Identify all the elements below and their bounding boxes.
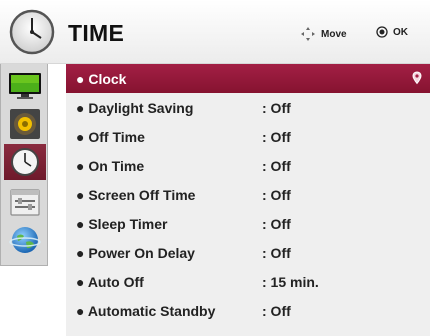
menu-item-label: ● Screen Off Time: [76, 186, 196, 203]
arrow-keys-icon: [301, 27, 315, 41]
speaker-icon: [10, 109, 40, 139]
menu-item-label: ● Auto Off: [76, 273, 144, 290]
menu-item-label: ● On Time: [76, 157, 145, 174]
menu-item-label: ● Off Time: [76, 128, 145, 145]
menu-item-value: : 15 min.: [262, 273, 319, 290]
page-title: TIME: [68, 20, 125, 46]
sidebar-item-time[interactable]: [4, 144, 46, 180]
menu-item-automatic-standby[interactable]: ● Automatic Standby : Off: [66, 296, 430, 325]
sidebar-item-audio[interactable]: [4, 106, 46, 142]
menu-item-value: : Off: [262, 302, 291, 319]
menu-item-sleep-timer[interactable]: ● Sleep Timer : Off: [66, 209, 430, 238]
menu-item-clock[interactable]: ● Clock: [66, 64, 430, 93]
menu-item-value: : Off: [262, 186, 291, 203]
menu-item-screen-off-time[interactable]: ● Screen Off Time : Off: [66, 180, 430, 209]
menu-item-value: : Off: [262, 99, 291, 116]
tv-picture-icon: [9, 73, 41, 99]
ok-label: OK: [393, 26, 408, 38]
menu-item-daylight-saving[interactable]: ● Daylight Saving : Off: [66, 93, 430, 122]
menu-item-auto-off[interactable]: ● Auto Off : 15 min.: [66, 267, 430, 296]
menu-item-label: ● Clock: [76, 70, 127, 87]
category-sidebar: [0, 64, 48, 266]
menu-item-power-on-delay[interactable]: ● Power On Delay : Off: [66, 238, 430, 267]
sidebar-item-option[interactable]: [4, 184, 46, 220]
clock-icon: [9, 9, 55, 55]
menu-item-on-time[interactable]: ● On Time : Off: [66, 151, 430, 180]
menu-list: ● Clock ● Daylight Saving : Off ● Off Ti…: [66, 64, 430, 336]
sidebar-item-picture[interactable]: [4, 68, 46, 104]
ok-hint: OK: [376, 26, 408, 38]
globe-icon: [9, 227, 41, 253]
move-label: Move: [321, 28, 347, 40]
move-hint: Move: [300, 26, 347, 42]
menu-item-off-time[interactable]: ● Off Time : Off: [66, 122, 430, 151]
menu-item-value: : Off: [262, 215, 291, 232]
menu-item-value: : Off: [262, 244, 291, 261]
menu-item-value: : Off: [262, 128, 291, 145]
menu-item-label: ● Power On Delay: [76, 244, 195, 261]
settings-icon: [10, 189, 40, 216]
menu-item-label: ● Automatic Standby: [76, 302, 216, 319]
menu-header: TIME Move OK: [0, 0, 430, 64]
menu-item-label: ● Daylight Saving: [76, 99, 194, 116]
clock-icon: [11, 148, 39, 176]
menu-item-label: ● Sleep Timer: [76, 215, 168, 232]
map-pin-icon: [412, 71, 422, 85]
ok-button-icon: [376, 26, 388, 38]
sidebar-item-network[interactable]: [4, 222, 46, 258]
menu-item-value: : Off: [262, 157, 291, 174]
